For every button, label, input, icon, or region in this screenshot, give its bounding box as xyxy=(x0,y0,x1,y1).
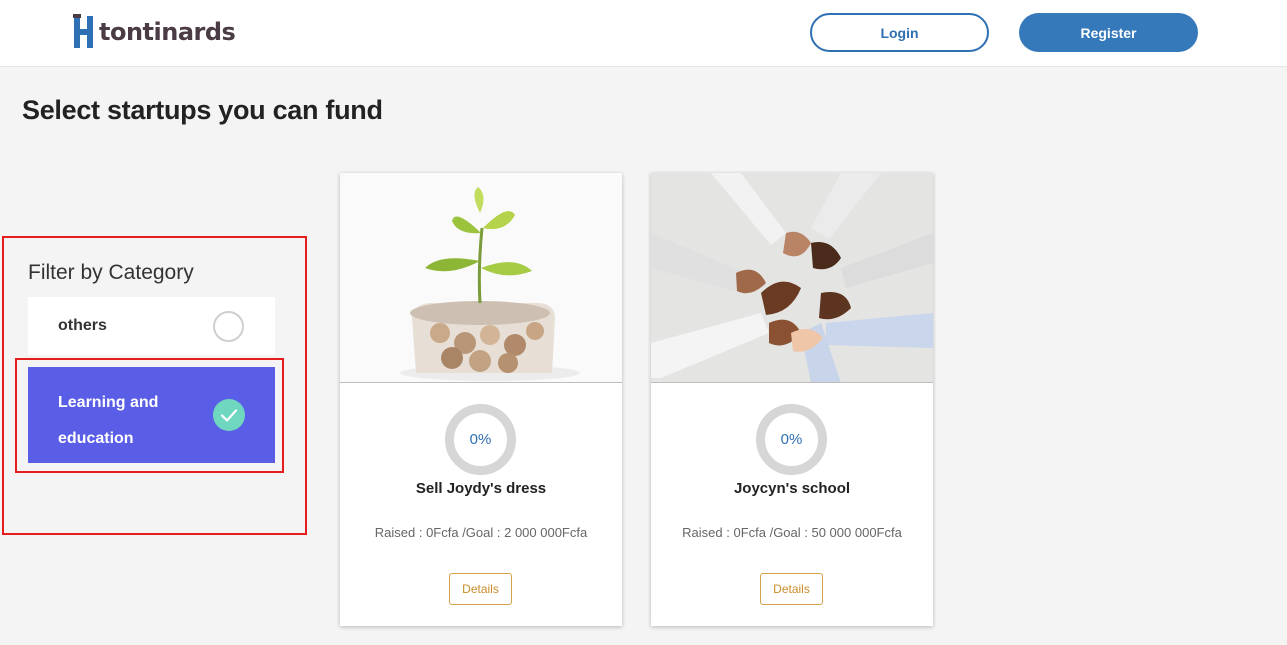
startup-card[interactable]: 0% Sell Joydy's dress Raised : 0Fcfa /Go… xyxy=(340,173,622,626)
progress-value: 0% xyxy=(469,431,492,448)
card-title: Joycyn's school xyxy=(733,480,851,497)
card-raised-goal: Raised : 0Fcfa /Goal : 50 000 000Fcfa xyxy=(682,525,902,540)
register-button[interactable]: Register xyxy=(1019,13,1198,52)
progress-ring: 0% xyxy=(756,404,827,475)
card-title: Sell Joydy's dress xyxy=(415,480,547,497)
linked-hands-image xyxy=(651,173,933,383)
logo[interactable]: tontinards xyxy=(73,14,236,50)
filter-title: Filter by Category xyxy=(28,261,194,284)
card-raised-goal: Raised : 0Fcfa /Goal : 2 000 000Fcfa xyxy=(374,525,588,540)
details-button[interactable]: Details xyxy=(449,573,512,605)
progress-ring: 0% xyxy=(445,404,516,475)
page-title: Select startups you can fund xyxy=(22,95,383,125)
plant-coin-jar-image xyxy=(340,173,622,383)
header: tontinards Login Register xyxy=(0,0,1287,67)
logo-h-icon xyxy=(73,14,95,50)
progress-value: 0% xyxy=(780,431,803,448)
login-button[interactable]: Login xyxy=(810,13,989,52)
category-label: others xyxy=(58,317,107,334)
startup-card[interactable]: 0% Joycyn's school Raised : 0Fcfa /Goal … xyxy=(651,173,933,626)
logo-text: tontinards xyxy=(99,18,236,46)
check-icon[interactable] xyxy=(213,399,245,431)
category-learning-and-education[interactable]: Learning and education xyxy=(28,367,275,463)
unchecked-circle-icon[interactable] xyxy=(213,311,244,342)
category-label: Learning and education xyxy=(58,394,159,447)
category-others[interactable]: others xyxy=(28,297,275,355)
details-button[interactable]: Details xyxy=(760,573,823,605)
